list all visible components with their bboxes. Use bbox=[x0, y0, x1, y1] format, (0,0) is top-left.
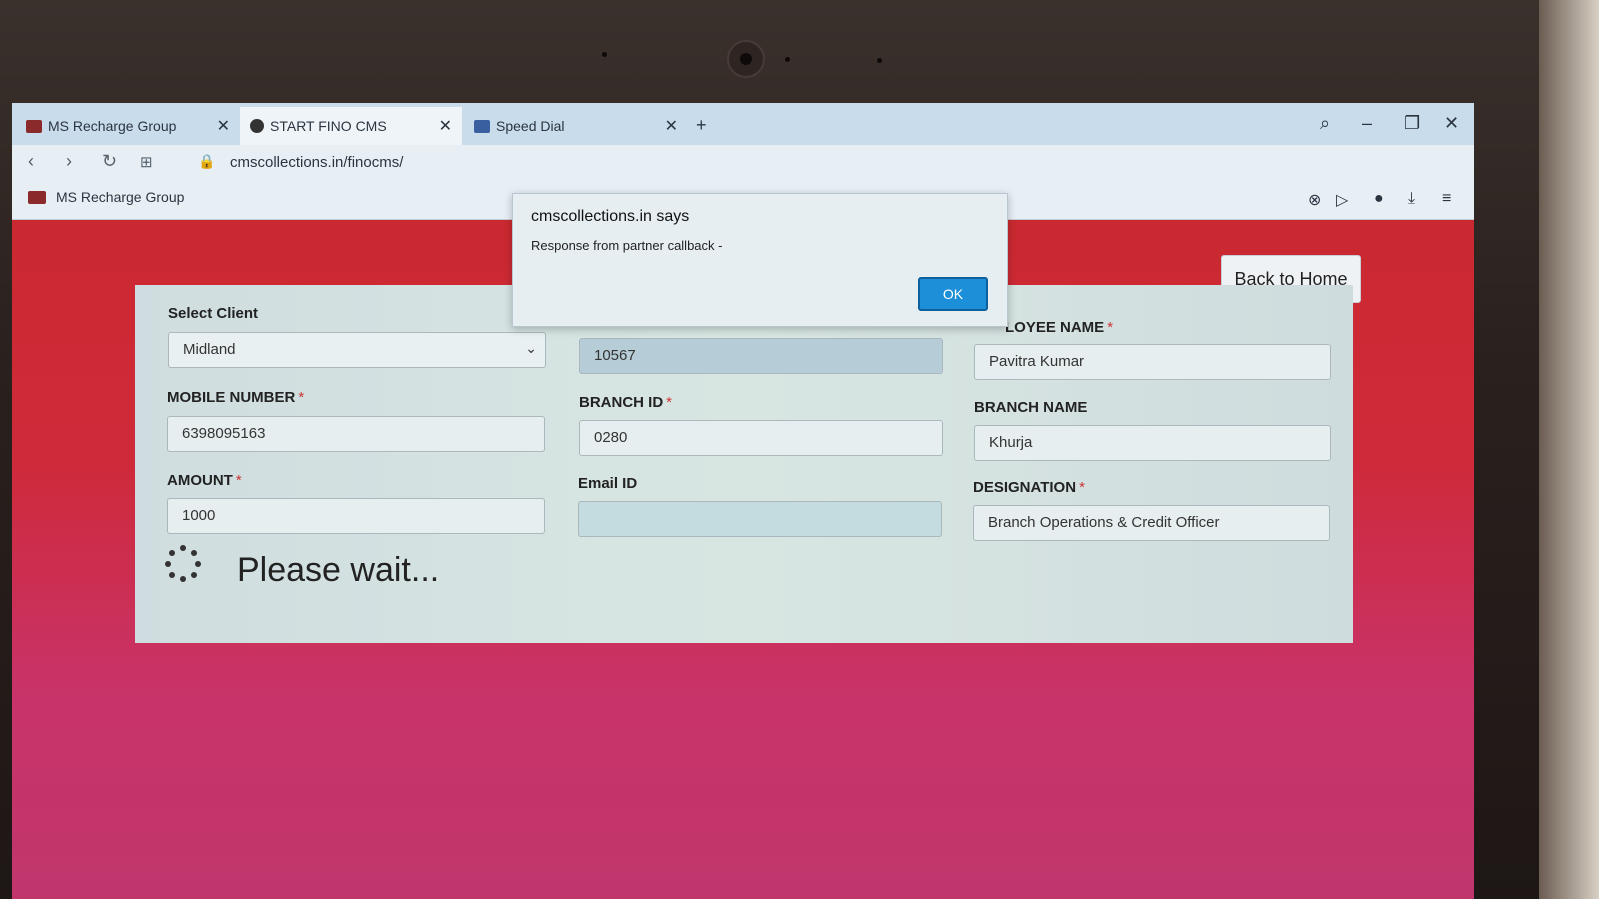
speed-dial-grid-icon bbox=[474, 119, 490, 133]
close-window-icon[interactable]: ✕ bbox=[1444, 113, 1459, 134]
lock-icon: 🔒 bbox=[198, 153, 216, 169]
tab-start-fino-cms[interactable]: START FINO CMS ✕ bbox=[240, 107, 462, 145]
restore-icon[interactable]: ❐ bbox=[1404, 113, 1420, 134]
close-icon[interactable]: ✕ bbox=[665, 116, 678, 136]
employee-id-field[interactable]: 10567 bbox=[579, 338, 943, 374]
bookmark-ms-recharge[interactable]: MS Recharge Group bbox=[28, 189, 184, 205]
close-icon[interactable]: ✕ bbox=[217, 116, 230, 136]
screen: MS Recharge Group ✕ START FINO CMS ✕ Spe… bbox=[12, 103, 1474, 899]
form-panel: Select Client Midland ⌄ MOBILE NUMBER * 6… bbox=[135, 285, 1353, 643]
new-tab-button[interactable]: + bbox=[696, 115, 707, 136]
bezel-sensor bbox=[602, 52, 607, 57]
url-field[interactable]: cmscollections.in/finocms/ bbox=[230, 154, 403, 171]
send-icon[interactable]: ▷ bbox=[1336, 190, 1348, 210]
branch-id-field[interactable]: 0280 bbox=[579, 420, 943, 456]
mobile-number-label: MOBILE NUMBER * bbox=[167, 389, 305, 406]
ms-recharge-favicon-icon bbox=[26, 119, 42, 133]
branch-name-label: BRANCH NAME bbox=[974, 399, 1088, 416]
tabs-grid-icon[interactable]: ⊞ bbox=[140, 153, 153, 171]
close-icon[interactable]: ✕ bbox=[439, 116, 452, 136]
tab-speed-dial[interactable]: Speed Dial ✕ bbox=[464, 107, 688, 145]
bezel-sensor bbox=[785, 57, 790, 62]
select-client-label: Select Client bbox=[168, 305, 259, 322]
dialog-message: Response from partner callback - bbox=[531, 238, 723, 253]
employee-name-field[interactable]: Pavitra Kumar bbox=[974, 344, 1331, 380]
adblock-icon[interactable]: ⊗ bbox=[1308, 190, 1321, 210]
mobile-number-field[interactable]: 6398095163 bbox=[167, 416, 545, 452]
branch-id-label: BRANCH ID * bbox=[579, 394, 673, 411]
tab-label: Speed Dial bbox=[496, 118, 565, 134]
webcam bbox=[727, 40, 765, 78]
select-client-dropdown[interactable]: Midland ⌄ bbox=[168, 332, 546, 368]
email-id-label: Email ID bbox=[578, 475, 638, 492]
dialog-title: cmscollections.in says bbox=[531, 208, 690, 225]
globe-favicon-icon bbox=[250, 119, 264, 133]
amount-label: AMOUNT * bbox=[167, 472, 242, 489]
back-icon[interactable]: ‹ bbox=[28, 151, 34, 172]
address-bar: ‹ › ↻ ⊞ 🔒 cmscollections.in/finocms/ bbox=[12, 145, 1474, 179]
email-id-field[interactable] bbox=[578, 501, 942, 537]
employee-name-label: LOYEE NAME * bbox=[1005, 319, 1114, 336]
amount-field[interactable]: 1000 bbox=[167, 498, 545, 534]
download-icon[interactable]: ⤓ bbox=[1408, 190, 1415, 208]
branch-name-field[interactable]: Khurja bbox=[974, 425, 1331, 461]
loading-text: Please wait... bbox=[237, 551, 440, 589]
profile-icon[interactable]: ● bbox=[1374, 190, 1384, 208]
designation-field[interactable]: Branch Operations & Credit Officer bbox=[973, 505, 1330, 541]
bezel-sensor bbox=[877, 58, 882, 63]
tab-label: MS Recharge Group bbox=[48, 118, 177, 134]
reload-icon[interactable]: ↻ bbox=[102, 151, 117, 172]
designation-label: DESIGNATION * bbox=[973, 479, 1085, 496]
ok-button[interactable]: OK bbox=[918, 277, 988, 311]
search-icon[interactable]: ⌕ bbox=[1320, 113, 1330, 134]
background-wall bbox=[1539, 0, 1599, 899]
bookmark-label: MS Recharge Group bbox=[56, 189, 185, 205]
chevron-down-icon: ⌄ bbox=[525, 340, 537, 356]
minimize-icon[interactable]: – bbox=[1362, 113, 1372, 134]
loading-spinner-icon bbox=[165, 545, 201, 582]
alert-dialog: cmscollections.in says Response from par… bbox=[512, 193, 1008, 327]
menu-icon[interactable]: ≡ bbox=[1442, 190, 1451, 208]
tab-ms-recharge[interactable]: MS Recharge Group ✕ bbox=[16, 107, 240, 145]
tab-label: START FINO CMS bbox=[270, 118, 387, 134]
tab-bar: MS Recharge Group ✕ START FINO CMS ✕ Spe… bbox=[12, 103, 1474, 145]
ms-recharge-favicon-icon bbox=[28, 190, 46, 204]
forward-icon[interactable]: › bbox=[66, 151, 72, 172]
